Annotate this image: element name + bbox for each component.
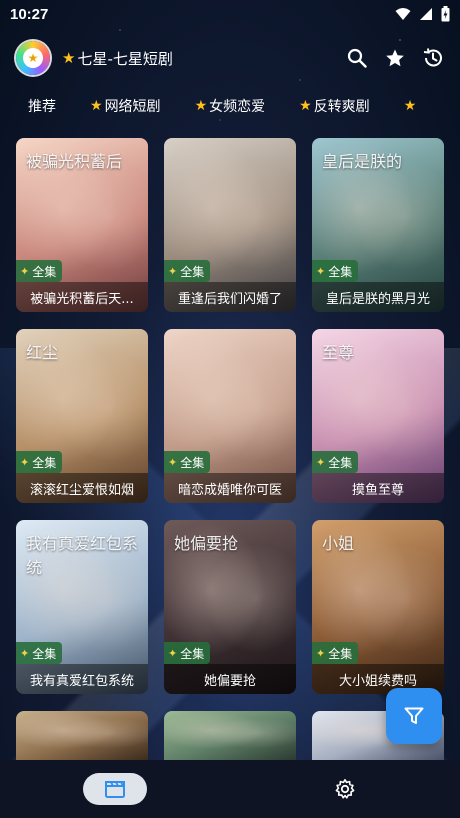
badge-label: 全集 [32, 455, 57, 470]
card-title: 暗恋成婚唯你可医 [164, 473, 296, 503]
card-title: 重逢后我们闪婚了 [164, 282, 296, 312]
episode-badge: ✦ 全集 [312, 642, 359, 664]
episode-badge: ✦ 全集 [312, 260, 359, 282]
history-icon [423, 48, 442, 67]
filter-button[interactable] [386, 688, 442, 744]
nav-selected-indicator [83, 773, 147, 805]
episode-badge: ✦ 全集 [16, 642, 63, 664]
drama-card[interactable] [164, 711, 296, 760]
tab-recommend[interactable]: 推荐 [28, 96, 56, 116]
drama-card[interactable]: 红尘 ✦ 全集 滚滚红尘爱恨如烟 [16, 329, 148, 503]
episode-badge: ✦ 全集 [164, 642, 211, 664]
battery-icon [441, 6, 450, 22]
star-icon: ★ [194, 98, 208, 114]
badge-label: 全集 [32, 264, 57, 279]
episode-badge: ✦ 全集 [164, 260, 211, 282]
nav-item-settings[interactable] [230, 760, 460, 818]
gear-icon [335, 779, 355, 799]
sparkle-icon: ✦ [20, 646, 30, 660]
tab-label: 推荐 [28, 99, 56, 115]
sparkle-icon: ✦ [316, 646, 326, 660]
filter-icon [404, 707, 424, 724]
star-icon [386, 49, 404, 67]
category-tabs: 推荐 ★ 网络短剧 ★ 女频恋爱 ★ 反转爽剧 ★ [0, 92, 460, 120]
history-button[interactable] [422, 47, 444, 69]
episode-badge: ✦ 全集 [164, 451, 211, 473]
drama-card[interactable]: 被骗光积蓄后 ✦ 全集 被骗光积蓄后天... [16, 138, 148, 312]
poster-title-art: 至尊 [322, 343, 355, 362]
sparkle-icon: ✦ [168, 455, 178, 469]
card-title: 皇后是朕的黑月光 [312, 282, 444, 312]
card-poster [16, 711, 148, 760]
sparkle-icon: ✦ [316, 455, 326, 469]
drama-card[interactable] [16, 711, 148, 760]
episode-badge: ✦ 全集 [312, 451, 359, 473]
badge-label: 全集 [328, 646, 353, 661]
star-icon: ★ [299, 98, 312, 114]
status-time: 10:27 [10, 5, 49, 23]
app-title: ★ 七星-七星短剧 [62, 48, 173, 69]
drama-card[interactable]: 小姐 ✦ 全集 大小姐续费吗 [312, 520, 444, 694]
nav-item-drama[interactable] [0, 760, 230, 818]
star-icon: ★ [403, 98, 417, 114]
tab-label: 网络短剧 [104, 99, 161, 115]
drama-card[interactable]: 我有真爱红包系统 ✦ 全集 我有真爱红包系统 [16, 520, 148, 694]
favorites-button[interactable] [384, 47, 406, 69]
clapperboard-icon [105, 781, 125, 798]
poster-title-art: 红尘 [26, 343, 59, 362]
sparkle-icon: ✦ [20, 455, 30, 469]
app-title-text: 七星-七星短剧 [77, 49, 173, 68]
card-title: 我有真爱红包系统 [16, 664, 148, 694]
star-icon: ★ [90, 98, 103, 114]
system-icons [395, 6, 450, 22]
episode-badge: ✦ 全集 [16, 260, 63, 282]
tab-label: 女频恋爱 [209, 99, 266, 115]
tab-more[interactable]: ★ [404, 98, 417, 114]
app-logo: ★ [16, 41, 50, 75]
tab-label: 反转爽剧 [313, 99, 370, 115]
card-title: 被骗光积蓄后天... [16, 282, 148, 312]
tab-romance[interactable]: ★ 女频恋爱 [195, 96, 266, 116]
star-icon: ★ [62, 49, 76, 67]
wifi-icon [395, 8, 411, 20]
search-icon [347, 48, 367, 68]
badge-label: 全集 [328, 455, 353, 470]
star-icon: ★ [23, 48, 43, 68]
badge-label: 全集 [180, 646, 205, 661]
tab-reversal[interactable]: ★ 反转爽剧 [299, 96, 370, 116]
card-title: 她偏要抢 [164, 664, 296, 694]
poster-title-art: 小姐 [322, 534, 355, 553]
drama-card[interactable]: 至尊 ✦ 全集 摸鱼至尊 [312, 329, 444, 503]
sparkle-icon: ✦ [168, 264, 178, 278]
poster-title-art: 皇后是朕的 [322, 152, 403, 171]
card-poster [164, 711, 296, 760]
drama-card[interactable]: 她偏要抢 ✦ 全集 她偏要抢 [164, 520, 296, 694]
tab-web-drama[interactable]: ★ 网络短剧 [90, 96, 161, 116]
drama-card[interactable]: ✦ 全集 暗恋成婚唯你可医 [164, 329, 296, 503]
poster-title-art: 她偏要抢 [174, 534, 239, 553]
sparkle-icon: ✦ [168, 646, 178, 660]
drama-card[interactable]: 皇后是朕的 ✦ 全集 皇后是朕的黑月光 [312, 138, 444, 312]
poster-title-art: 我有真爱红包系统 [26, 534, 139, 577]
episode-badge: ✦ 全集 [16, 451, 63, 473]
badge-label: 全集 [32, 646, 57, 661]
badge-label: 全集 [180, 264, 205, 279]
poster-title-art: 被骗光积蓄后 [26, 152, 123, 171]
sparkle-icon: ✦ [316, 264, 326, 278]
top-app-bar: ★ ★ 七星-七星短剧 [0, 38, 460, 78]
sparkle-icon: ✦ [20, 264, 30, 278]
search-button[interactable] [346, 47, 368, 69]
badge-label: 全集 [328, 264, 353, 279]
drama-card[interactable]: ✦ 全集 重逢后我们闪婚了 [164, 138, 296, 312]
card-title: 摸鱼至尊 [312, 473, 444, 503]
bottom-navigation [0, 760, 460, 818]
status-bar: 10:27 [0, 0, 460, 28]
badge-label: 全集 [180, 455, 205, 470]
card-title: 滚滚红尘爱恨如烟 [16, 473, 148, 503]
signal-icon [420, 8, 432, 20]
